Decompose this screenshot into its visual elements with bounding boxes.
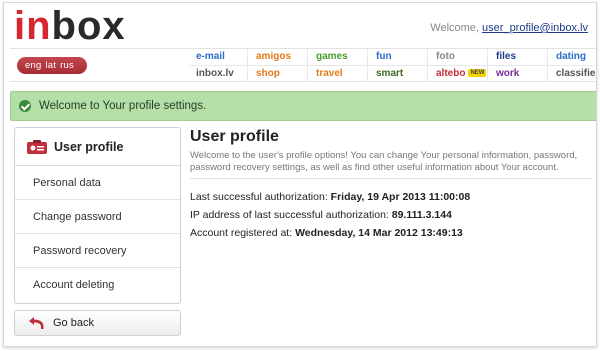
- services-menu: e-mail amigos games fun foto files dating inbox…: [190, 49, 596, 82]
- nav-link-games[interactable]: games: [310, 49, 370, 65]
- lang-eng[interactable]: eng: [25, 60, 41, 71]
- page-description: Welcome to the user's profile options! Y…: [190, 150, 578, 173]
- nav-link-dating[interactable]: dating: [550, 49, 596, 65]
- registered-row: Account registered at: Wednesday, 14 Mar…: [190, 224, 592, 242]
- nav-link-smart[interactable]: smart: [370, 66, 430, 82]
- lang-rus[interactable]: rus: [60, 60, 74, 71]
- new-badge: NEW: [468, 69, 487, 78]
- registered-value: Wednesday, 14 Mar 2012 13:49:13: [295, 227, 463, 239]
- sidebar-item-account-deleting[interactable]: Account deleting: [15, 268, 180, 302]
- last-authorization-value: Friday, 19 Apr 2013 11:00:08: [330, 191, 471, 203]
- nav-link-label: shop: [256, 68, 280, 79]
- check-icon: [19, 100, 31, 112]
- nav-link-amigos[interactable]: amigos: [250, 49, 310, 65]
- nav-link-fun[interactable]: fun: [370, 49, 430, 65]
- nav-link-altebo[interactable]: altebo NEW: [430, 66, 490, 82]
- nav-link-label: travel: [316, 68, 343, 79]
- nav-link-files[interactable]: files: [490, 49, 550, 65]
- nav-link-label: e-mail: [196, 51, 225, 62]
- nav-link-label: inbox.lv: [196, 68, 234, 79]
- sidebar-title[interactable]: User profile: [15, 128, 180, 166]
- go-back-label: Go back: [53, 317, 94, 329]
- profile-sidebar: User profile Personal data Change passwo…: [14, 127, 181, 304]
- ip-address-label: IP address of last successful authorizat…: [190, 209, 392, 221]
- nav-link-label: amigos: [256, 51, 292, 62]
- logo-part1: in: [14, 4, 52, 48]
- nav-link-label: fun: [376, 51, 392, 62]
- profile-content: User profile Welcome to the user's profi…: [190, 127, 592, 242]
- nav-link-foto[interactable]: foto: [430, 49, 490, 65]
- language-switcher: eng lat rus: [17, 57, 87, 74]
- ip-address-row: IP address of last successful authorizat…: [190, 206, 592, 224]
- sidebar-item-change-password[interactable]: Change password: [15, 200, 180, 234]
- page-title: User profile: [190, 128, 279, 145]
- nav-link-label: games: [316, 51, 348, 62]
- nav-link-work[interactable]: work: [490, 66, 550, 82]
- nav-link-label: altebo: [436, 68, 466, 79]
- nav-link-label: foto: [436, 51, 455, 62]
- logo-part2: box: [51, 4, 126, 48]
- last-authorization-row: Last successful authorization: Friday, 1…: [190, 188, 592, 206]
- account-info: Last successful authorization: Friday, 1…: [190, 188, 592, 242]
- nav-link-travel[interactable]: travel: [310, 66, 370, 82]
- top-navigation: eng lat rus e-mail amigos games fun foto files d…: [10, 48, 596, 82]
- banner-message: Welcome to Your profile settings.: [39, 100, 207, 112]
- sidebar-title-label: User profile: [54, 140, 124, 154]
- last-authorization-label: Last successful authorization:: [190, 191, 331, 203]
- nav-link-label: smart: [376, 68, 404, 79]
- welcome-text: Welcome,: [430, 22, 483, 34]
- ip-address-value: 89.111.3.144: [391, 209, 452, 221]
- nav-link-label: work: [496, 68, 520, 79]
- nav-link-label: files: [496, 51, 517, 62]
- nav-link-label: dating: [556, 51, 586, 62]
- sidebar-item-password-recovery[interactable]: Password recovery: [15, 234, 180, 268]
- welcome-message: Welcome, user_profile@inbox.lv: [430, 22, 588, 34]
- user-email-link[interactable]: user_profile@inbox.lv: [482, 22, 588, 34]
- back-arrow-icon: [29, 317, 44, 329]
- profile-card-icon: [27, 140, 47, 154]
- nav-link-classifieds[interactable]: classifieds: [550, 66, 596, 82]
- nav-link-inbox-lv[interactable]: inbox.lv: [190, 66, 250, 82]
- nav-link-label: classifieds: [556, 68, 596, 79]
- sidebar-item-personal-data[interactable]: Personal data: [15, 166, 180, 200]
- lang-lat[interactable]: lat: [45, 60, 56, 71]
- page-frame: inbox Welcome, user_profile@inbox.lv eng…: [3, 2, 597, 347]
- nav-link-e-mail[interactable]: e-mail: [190, 49, 250, 65]
- registered-label: Account registered at:: [190, 227, 296, 239]
- nav-link-shop[interactable]: shop: [250, 66, 310, 82]
- go-back-button[interactable]: Go back: [14, 310, 181, 336]
- success-banner: Welcome to Your profile settings.: [10, 91, 596, 121]
- content-divider: [190, 178, 592, 179]
- inbox-logo[interactable]: inbox: [14, 6, 126, 48]
